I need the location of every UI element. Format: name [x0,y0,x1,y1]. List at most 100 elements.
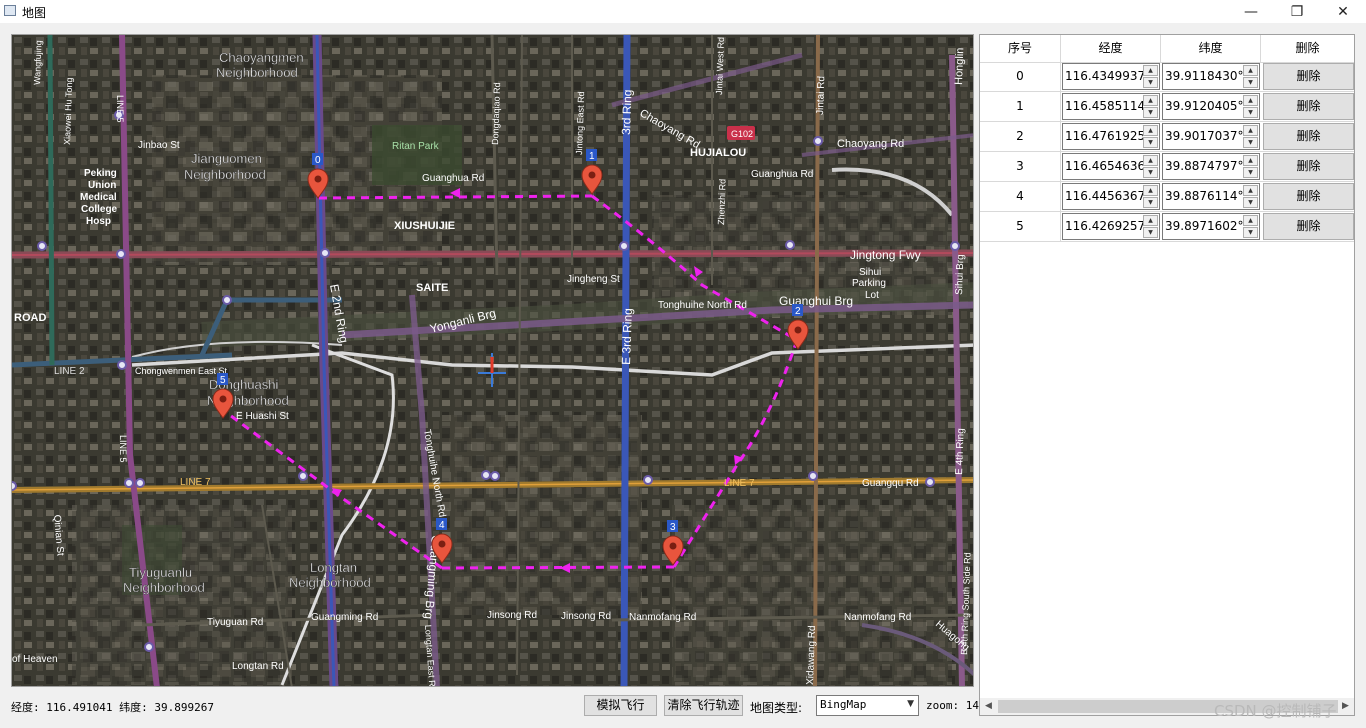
map-label: Jinbao St [138,140,180,151]
map-type-select[interactable]: BingMap ▼ [816,695,919,716]
map-label: Jinsong Rd [487,610,537,621]
latitude-value: 39.8971602° [1165,219,1243,233]
latitude-value: 39.9017037° [1165,129,1243,143]
spin-down-icon[interactable]: ▼ [1243,167,1258,178]
spin-down-icon[interactable]: ▼ [1243,227,1258,238]
delete-button[interactable]: 删除 [1263,183,1354,210]
latitude-spinbox[interactable]: 39.9017037° ▲ ▼ [1162,123,1260,150]
spin-down-icon[interactable]: ▼ [1243,107,1258,118]
waypoint-table: 序号 经度 纬度 删除 0 116.4349937° ▲ ▼ 39.9118430… [979,34,1355,716]
map-label: Nanmofang Rd [629,612,696,623]
spin-down-icon[interactable]: ▼ [1143,197,1158,208]
longitude-spinbox[interactable]: 116.4654636° ▲ ▼ [1062,153,1160,180]
clear-track-button[interactable]: 清除飞行轨迹 [664,695,743,716]
delete-button[interactable]: 删除 [1263,123,1354,150]
spin-down-icon[interactable]: ▼ [1143,167,1158,178]
map-label: LINE 7 [180,477,211,488]
map-type-value: BingMap [820,698,867,711]
waypoint-marker-label: 3 [670,522,676,533]
latitude-spinbox[interactable]: 39.9118430° ▲ ▼ [1162,63,1260,90]
map-label: SAITE [416,282,448,294]
spin-down-icon[interactable]: ▼ [1143,107,1158,118]
simulate-flight-button[interactable]: 模拟飞行 [584,695,657,716]
latitude-spinbox[interactable]: 39.9120405° ▲ ▼ [1162,93,1260,120]
spin-down-icon[interactable]: ▼ [1243,197,1258,208]
map-label: Wangfujing [32,40,44,85]
header-latitude[interactable]: 纬度 [1161,35,1261,62]
map-label: Jintai Rd [815,76,827,115]
spin-up-icon[interactable]: ▲ [1243,65,1258,76]
map-label: College [81,204,118,215]
spin-up-icon[interactable]: ▲ [1143,95,1158,106]
map-view[interactable]: Chaoyangmen Neighborhood Jianguomen Neig… [11,34,974,687]
table-row: 3 116.4654636° ▲ ▼ 39.8874797° ▲ ▼ 删除 [980,152,1354,182]
row-index: 1 [980,92,1061,121]
longitude-spinbox[interactable]: 116.4585114° ▲ ▼ [1062,93,1160,120]
map-label: LINE 7 [724,478,755,489]
spin-up-icon[interactable]: ▲ [1243,215,1258,226]
map-label: Peking [84,168,117,179]
row-index: 5 [980,212,1061,241]
map-type-label: 地图类型: [750,701,803,715]
table-row: 0 116.4349937° ▲ ▼ 39.9118430° ▲ ▼ 删除 [980,62,1354,92]
spin-up-icon[interactable]: ▲ [1243,185,1258,196]
row-index: 3 [980,152,1061,181]
spin-down-icon[interactable]: ▼ [1243,77,1258,88]
map-label: ROAD [14,312,46,324]
longitude-value: 116.4761925° [1065,129,1143,143]
latitude-value: 39.8876114° [1165,189,1243,203]
map-label: Medical [80,192,117,203]
scroll-right-icon[interactable]: ▶ [1337,698,1354,715]
maximize-button[interactable]: ❐ [1274,0,1320,23]
app-icon [4,5,16,16]
latitude-spinbox[interactable]: 39.8874797° ▲ ▼ [1162,153,1260,180]
spin-up-icon[interactable]: ▲ [1243,125,1258,136]
map-label: XIUSHUIJIE [394,220,455,232]
map-label: Sihui Brg [954,254,966,295]
longitude-value: 116.4456367° [1065,189,1143,203]
row-index: 4 [980,182,1061,211]
longitude-spinbox[interactable]: 116.4269257° ▲ ▼ [1062,213,1160,240]
spin-up-icon[interactable]: ▲ [1143,215,1158,226]
latitude-spinbox[interactable]: 39.8876114° ▲ ▼ [1162,183,1260,210]
delete-button[interactable]: 删除 [1263,93,1354,120]
longitude-spinbox[interactable]: 116.4761925° ▲ ▼ [1062,123,1160,150]
table-row: 5 116.4269257° ▲ ▼ 39.8971602° ▲ ▼ 删除 [980,212,1354,242]
header-delete[interactable]: 删除 [1261,35,1354,62]
spin-up-icon[interactable]: ▲ [1143,155,1158,166]
longitude-spinbox[interactable]: 116.4456367° ▲ ▼ [1062,183,1160,210]
latitude-spinbox[interactable]: 39.8971602° ▲ ▼ [1162,213,1260,240]
spin-down-icon[interactable]: ▼ [1143,77,1158,88]
zoom-level: zoom: 14 [926,699,979,712]
minimize-button[interactable]: — [1228,0,1274,23]
map-label: Zhenzhi Rd [716,179,728,225]
spin-up-icon[interactable]: ▲ [1143,185,1158,196]
longitude-value: 116.4654636° [1065,159,1143,173]
scroll-left-icon[interactable]: ◀ [980,698,997,715]
spin-up-icon[interactable]: ▲ [1243,155,1258,166]
longitude-spinbox[interactable]: 116.4349937° ▲ ▼ [1062,63,1160,90]
row-index: 0 [980,62,1061,91]
spin-down-icon[interactable]: ▼ [1243,137,1258,148]
map-label: HUJIALOU [690,147,746,159]
map-label: Chongwenmen East St [135,366,228,376]
header-index[interactable]: 序号 [980,35,1061,62]
spin-down-icon[interactable]: ▼ [1143,227,1158,238]
header-longitude[interactable]: 经度 [1061,35,1161,62]
map-label: E 3rd Ring [619,308,635,365]
spin-up-icon[interactable]: ▲ [1243,95,1258,106]
map-label: E Huashi St [236,411,289,422]
close-button[interactable]: ✕ [1320,0,1366,23]
map-label: Tonghuihe North Rd [658,300,747,311]
spin-down-icon[interactable]: ▼ [1143,137,1158,148]
map-label: of Heaven [12,654,58,665]
delete-button[interactable]: 删除 [1263,153,1354,180]
spin-up-icon[interactable]: ▲ [1143,65,1158,76]
map-label: Lot [865,290,879,301]
delete-button[interactable]: 删除 [1263,63,1354,90]
delete-button[interactable]: 删除 [1263,213,1354,240]
table-row: 4 116.4456367° ▲ ▼ 39.8876114° ▲ ▼ 删除 [980,182,1354,212]
waypoint-marker-label: 5 [220,375,226,386]
map-label: Guangming Rd [311,612,378,623]
spin-up-icon[interactable]: ▲ [1143,125,1158,136]
